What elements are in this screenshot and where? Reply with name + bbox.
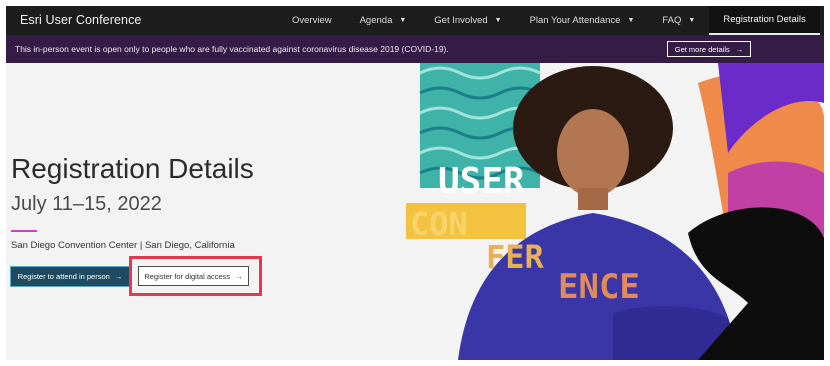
nav-item-label: Registration Details	[723, 14, 806, 25]
nav-item-agenda[interactable]: Agenda ▼	[346, 6, 421, 35]
get-more-details-button[interactable]: Get more details →	[667, 41, 751, 57]
nav-item-plan-your-attendance[interactable]: Plan Your Attendance ▼	[516, 6, 649, 35]
button-label: Get more details	[674, 44, 730, 54]
nav-item-registration-details[interactable]: Registration Details	[709, 6, 820, 35]
nav-item-label: Get Involved	[434, 15, 488, 26]
event-dates: July 11–15, 2022	[11, 193, 162, 215]
chevron-down-icon: ▼	[494, 17, 502, 24]
page-title: Registration Details	[11, 153, 254, 184]
notice-text: This in-person event is open only to peo…	[15, 44, 449, 54]
nav-item-label: FAQ	[662, 15, 682, 26]
register-in-person-button[interactable]: Register to attend in person →	[10, 266, 130, 287]
nav-item-get-involved[interactable]: Get Involved ▼	[420, 6, 515, 35]
arrow-right-icon: →	[114, 272, 123, 281]
hero-section: Registration Details July 11–15, 2022 Sa…	[6, 63, 824, 360]
brand-title[interactable]: Esri User Conference	[20, 13, 142, 27]
browser-viewport: Esri User Conference Overview Agenda ▼ G…	[6, 6, 824, 360]
arrow-right-icon: →	[735, 44, 744, 54]
nav-item-faq[interactable]: FAQ ▼	[648, 6, 709, 35]
chevron-down-icon: ▼	[627, 17, 635, 24]
chevron-down-icon: ▼	[688, 17, 696, 24]
nav-item-label: Agenda	[359, 15, 393, 26]
vaccination-notice-bar: This in-person event is open only to peo…	[6, 35, 824, 63]
nav-menu: Overview Agenda ▼ Get Involved ▼ Plan Yo…	[278, 6, 820, 35]
nav-item-label: Plan Your Attendance	[529, 15, 621, 26]
register-digital-access-button[interactable]: Register for digital access →	[138, 266, 249, 286]
hero-artwork: USER CON FER ENCE	[406, 63, 824, 360]
top-navigation: Esri User Conference Overview Agenda ▼ G…	[6, 6, 824, 35]
chevron-down-icon: ▼	[399, 17, 407, 24]
nav-item-overview[interactable]: Overview	[278, 6, 346, 35]
button-label: Register to attend in person	[17, 272, 110, 281]
nav-item-label: Overview	[292, 15, 332, 26]
art-text-ence: ENCE	[558, 267, 640, 307]
art-text-user: USER	[438, 161, 525, 202]
art-text-fer: FER	[486, 238, 545, 276]
event-location: San Diego Convention Center | San Diego,…	[11, 240, 235, 251]
arrow-right-icon: →	[235, 271, 243, 281]
button-label: Register for digital access	[144, 271, 231, 281]
art-text-con: CON	[410, 205, 468, 243]
accent-divider	[11, 230, 37, 232]
